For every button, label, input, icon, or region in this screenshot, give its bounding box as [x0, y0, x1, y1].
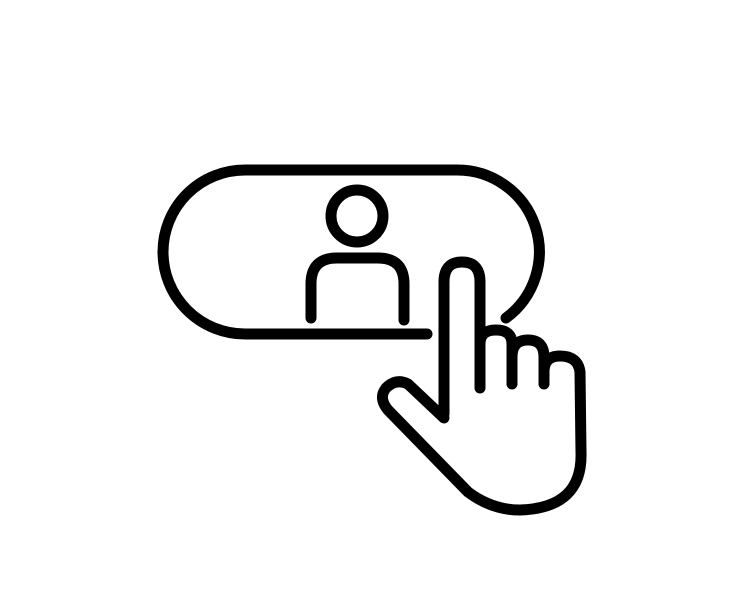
user-avatar-body — [305, 252, 410, 326]
user-avatar-icon — [305, 184, 410, 326]
pointing-hand-icon — [377, 256, 587, 516]
pointing-hand-outline — [377, 256, 587, 516]
user-avatar-head — [325, 184, 389, 248]
user-select-button-with-pointing-hand-icon — [157, 164, 587, 516]
illustration-canvas — [0, 0, 731, 606]
